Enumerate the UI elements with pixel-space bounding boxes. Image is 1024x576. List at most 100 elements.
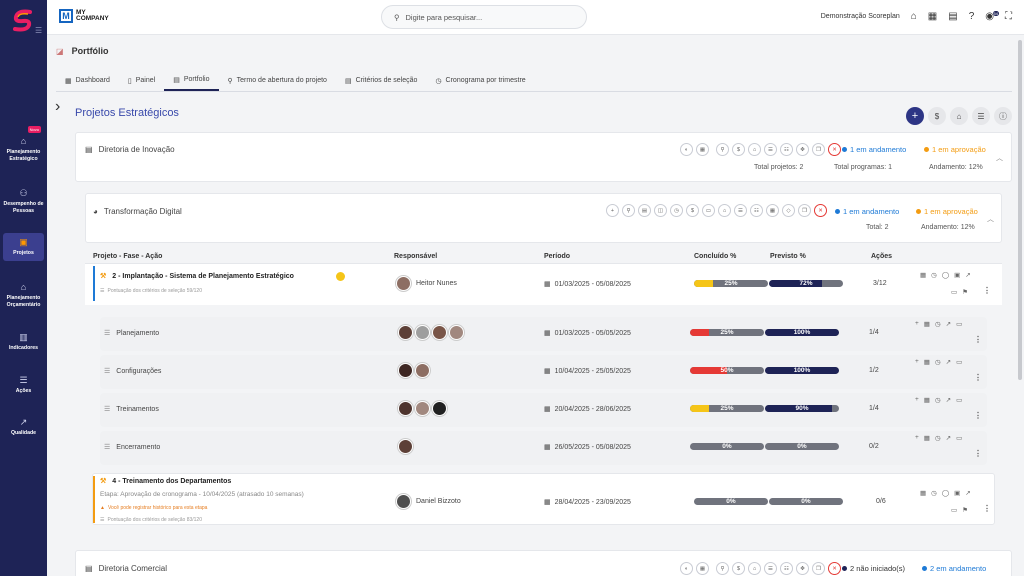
document-icon[interactable]: ▤	[638, 204, 651, 217]
wallet-icon[interactable]: ▭	[956, 396, 962, 404]
add-icon[interactable]: +	[915, 396, 919, 404]
tag-icon[interactable]: ◇	[782, 204, 795, 217]
organization-icon[interactable]: ⌂	[911, 11, 917, 22]
sidebar-item-people-performance[interactable]: ⚇ Desempenho de Pessoas	[0, 188, 47, 214]
add-button[interactable]: +	[906, 107, 924, 125]
sidebar-item-quality[interactable]: ↗ Qualidade	[0, 417, 47, 437]
sidebar-item-strategic-planning[interactable]: Novo ⌂ Planejamento Estratégico	[0, 126, 47, 162]
grid-icon[interactable]: ▦	[696, 562, 709, 575]
money-icon[interactable]: $	[732, 562, 745, 575]
help-icon[interactable]: ?	[969, 11, 975, 22]
move-icon[interactable]: ✥	[796, 143, 809, 156]
sidebar-item-projects[interactable]: ▣ Projetos	[3, 233, 44, 261]
flag-icon[interactable]: ⚑	[962, 506, 968, 514]
link-icon[interactable]: ⚲	[622, 204, 635, 217]
directorate-title[interactable]: ▤ Diretoria de Inovação	[85, 145, 175, 154]
pie-icon[interactable]: ◐	[680, 562, 693, 575]
expand-panel-chevron-icon[interactable]: ›	[55, 98, 60, 116]
link-icon[interactable]: ⚲	[716, 562, 729, 575]
chart-icon[interactable]: ↗	[946, 358, 951, 366]
user-label[interactable]: Demonstração Scoreplan	[821, 13, 900, 20]
wallet-icon[interactable]: ▭	[956, 320, 962, 328]
wallet-icon[interactable]: ▭	[956, 434, 962, 442]
wallet-icon[interactable]: ▭	[956, 358, 962, 366]
phase-name[interactable]: ☰ Planejamento	[104, 329, 159, 338]
calendar-icon[interactable]: ▤	[948, 11, 957, 22]
list-icon[interactable]: ☰	[764, 143, 777, 156]
copy-icon[interactable]: ❐	[812, 143, 825, 156]
checklist-button[interactable]: ☰	[972, 107, 990, 125]
calendar-icon[interactable]: ▦	[924, 358, 930, 366]
menu-icon[interactable]: ☰	[35, 26, 42, 35]
clock-icon[interactable]: ◷	[935, 320, 941, 328]
program-title[interactable]: ◕ Transformação Digital	[93, 207, 182, 216]
wallet-icon[interactable]: ▭	[702, 204, 715, 217]
flag-icon[interactable]: ⚑	[962, 288, 968, 296]
calendar-icon[interactable]: ▦	[924, 434, 930, 442]
more-options-icon[interactable]: ⋮	[974, 411, 982, 420]
comment-icon[interactable]: ◯	[942, 271, 949, 279]
collapse-chevron-icon[interactable]: ︿	[987, 214, 994, 224]
fullscreen-icon[interactable]: ⛶	[1005, 11, 1012, 22]
calendar-icon[interactable]: ▦	[920, 489, 926, 497]
delete-icon[interactable]: ✕	[828, 143, 841, 156]
move-icon[interactable]: ✥	[796, 562, 809, 575]
project-name[interactable]: ⚒ 2 - Implantação - Sistema de Planejame…	[100, 272, 294, 281]
chart-icon[interactable]: ↗	[946, 320, 951, 328]
list-icon[interactable]: ☰	[764, 562, 777, 575]
clock-icon[interactable]: ◷	[670, 204, 683, 217]
money-icon[interactable]: $	[732, 143, 745, 156]
chart-icon[interactable]: ↗	[965, 489, 970, 497]
chart-icon[interactable]: ↗	[965, 271, 970, 279]
tab-opening-term[interactable]: ⚲ Termo de abertura do projeto	[219, 70, 336, 91]
link-icon[interactable]: ⚲	[716, 143, 729, 156]
clock-icon[interactable]: ◷	[935, 358, 941, 366]
checklist-icon[interactable]: ☷	[780, 143, 793, 156]
wallet-icon[interactable]: ▭	[951, 288, 957, 296]
tab-dashboard[interactable]: ▦ Dashboard	[56, 70, 119, 91]
project-name[interactable]: ⚒ 4 - Treinamento dos Departamentos	[100, 477, 231, 486]
tab-selection-criteria[interactable]: ▤ Critérios de seleção	[336, 70, 427, 91]
save-icon[interactable]: ▣	[954, 271, 960, 279]
pie-icon[interactable]: ◐	[680, 143, 693, 156]
tab-portfolio[interactable]: ▤ Portfolio	[164, 70, 219, 91]
copy-icon[interactable]: ❐	[798, 204, 811, 217]
tab-quarterly-schedule[interactable]: ◷ Cronograma por trimestre	[426, 70, 534, 91]
bank-icon[interactable]: ⌂	[718, 204, 731, 217]
sidebar-item-actions[interactable]: ☰ Ações	[0, 375, 47, 395]
chart-icon[interactable]: ↗	[946, 434, 951, 442]
delete-icon[interactable]: ✕	[828, 562, 841, 575]
calendar-icon[interactable]: ▦	[924, 320, 930, 328]
collapse-chevron-icon[interactable]: ︿	[996, 153, 1003, 163]
reports-icon[interactable]: ◫	[654, 204, 667, 217]
phase-name[interactable]: ☰ Treinamentos	[104, 405, 159, 414]
bank-icon[interactable]: ⌂	[748, 143, 761, 156]
bank-icon[interactable]: ⌂	[748, 562, 761, 575]
calendar-icon[interactable]: ▦	[766, 204, 779, 217]
phase-name[interactable]: ☰ Encerramento	[104, 443, 160, 452]
notifications-icon[interactable]: ◉ 54	[985, 11, 999, 22]
clock-icon[interactable]: ◷	[935, 396, 941, 404]
checklist-icon[interactable]: ☷	[780, 562, 793, 575]
save-icon[interactable]: ▣	[954, 489, 960, 497]
calendar-icon[interactable]: ▦	[920, 271, 926, 279]
more-options-icon[interactable]: ⋮	[983, 504, 991, 513]
search-input[interactable]: ⚲ Digite para pesquisar...	[381, 5, 587, 29]
apps-grid-icon[interactable]: ▦	[928, 11, 937, 22]
wallet-icon[interactable]: ▭	[951, 506, 957, 514]
history-warning[interactable]: ▲ Você pode registrar histórico para esta…	[100, 505, 207, 511]
calendar-icon[interactable]: ▦	[924, 396, 930, 404]
company-logo[interactable]: M MY COMPANY	[59, 9, 109, 23]
tab-panel[interactable]: ▯ Painel	[119, 70, 164, 91]
add-icon[interactable]: +	[915, 320, 919, 328]
clock-icon[interactable]: ◷	[931, 271, 937, 279]
add-icon[interactable]: +	[915, 358, 919, 366]
budget-button[interactable]: $	[928, 107, 946, 125]
add-icon[interactable]: +	[915, 434, 919, 442]
checklist-icon[interactable]: ☷	[750, 204, 763, 217]
directorate-title[interactable]: ▤ Diretoria Comercial	[85, 564, 167, 573]
sidebar-item-budget-planning[interactable]: ⌂ Planejamento Orçamentário	[0, 282, 47, 308]
bank-button[interactable]: ⌂	[950, 107, 968, 125]
scrollbar[interactable]	[1018, 40, 1022, 380]
chart-icon[interactable]: ↗	[946, 396, 951, 404]
